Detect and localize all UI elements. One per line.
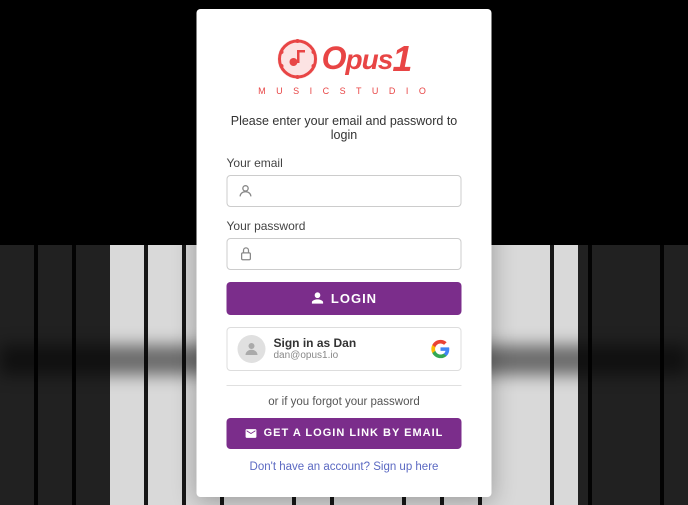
envelope-icon <box>245 427 258 440</box>
logo-area: Opus 1 M U S I C S T U D I O <box>227 37 462 96</box>
logo-subtitle: M U S I C S T U D I O <box>227 86 462 96</box>
email-input-row <box>227 175 462 207</box>
email-label: Your email <box>227 156 462 170</box>
opus1-logo-icon <box>276 37 320 81</box>
forgot-text: or if you forgot your password <box>227 396 462 408</box>
google-signin-button[interactable]: Sign in as Dan dan@opus1.io <box>227 327 462 371</box>
password-input[interactable] <box>262 246 453 261</box>
user-icon <box>236 181 256 201</box>
google-signin-email: dan@opus1.io <box>274 350 423 361</box>
email-link-button[interactable]: GET A LOGIN LINK BY EMAIL <box>227 418 462 449</box>
email-input[interactable] <box>262 183 453 198</box>
signup-link[interactable]: Don't have an account? Sign up here <box>227 461 462 473</box>
logo-container: Opus 1 <box>276 37 413 81</box>
google-logo-icon <box>431 339 451 359</box>
google-avatar <box>238 335 266 363</box>
password-label: Your password <box>227 219 462 233</box>
login-person-icon <box>311 291 325 305</box>
google-signin-name: Sign in as Dan <box>274 336 423 350</box>
password-input-row <box>227 238 462 270</box>
divider <box>227 385 462 386</box>
logo-text-opus: Opus <box>322 40 393 77</box>
login-button[interactable]: LOGIN <box>227 282 462 315</box>
login-modal: Opus 1 M U S I C S T U D I O Please ente… <box>197 9 492 497</box>
lock-icon <box>236 244 256 264</box>
google-signin-info: Sign in as Dan dan@opus1.io <box>274 336 423 361</box>
logo-text-1: 1 <box>392 38 412 80</box>
login-subtitle: Please enter your email and password to … <box>227 114 462 142</box>
